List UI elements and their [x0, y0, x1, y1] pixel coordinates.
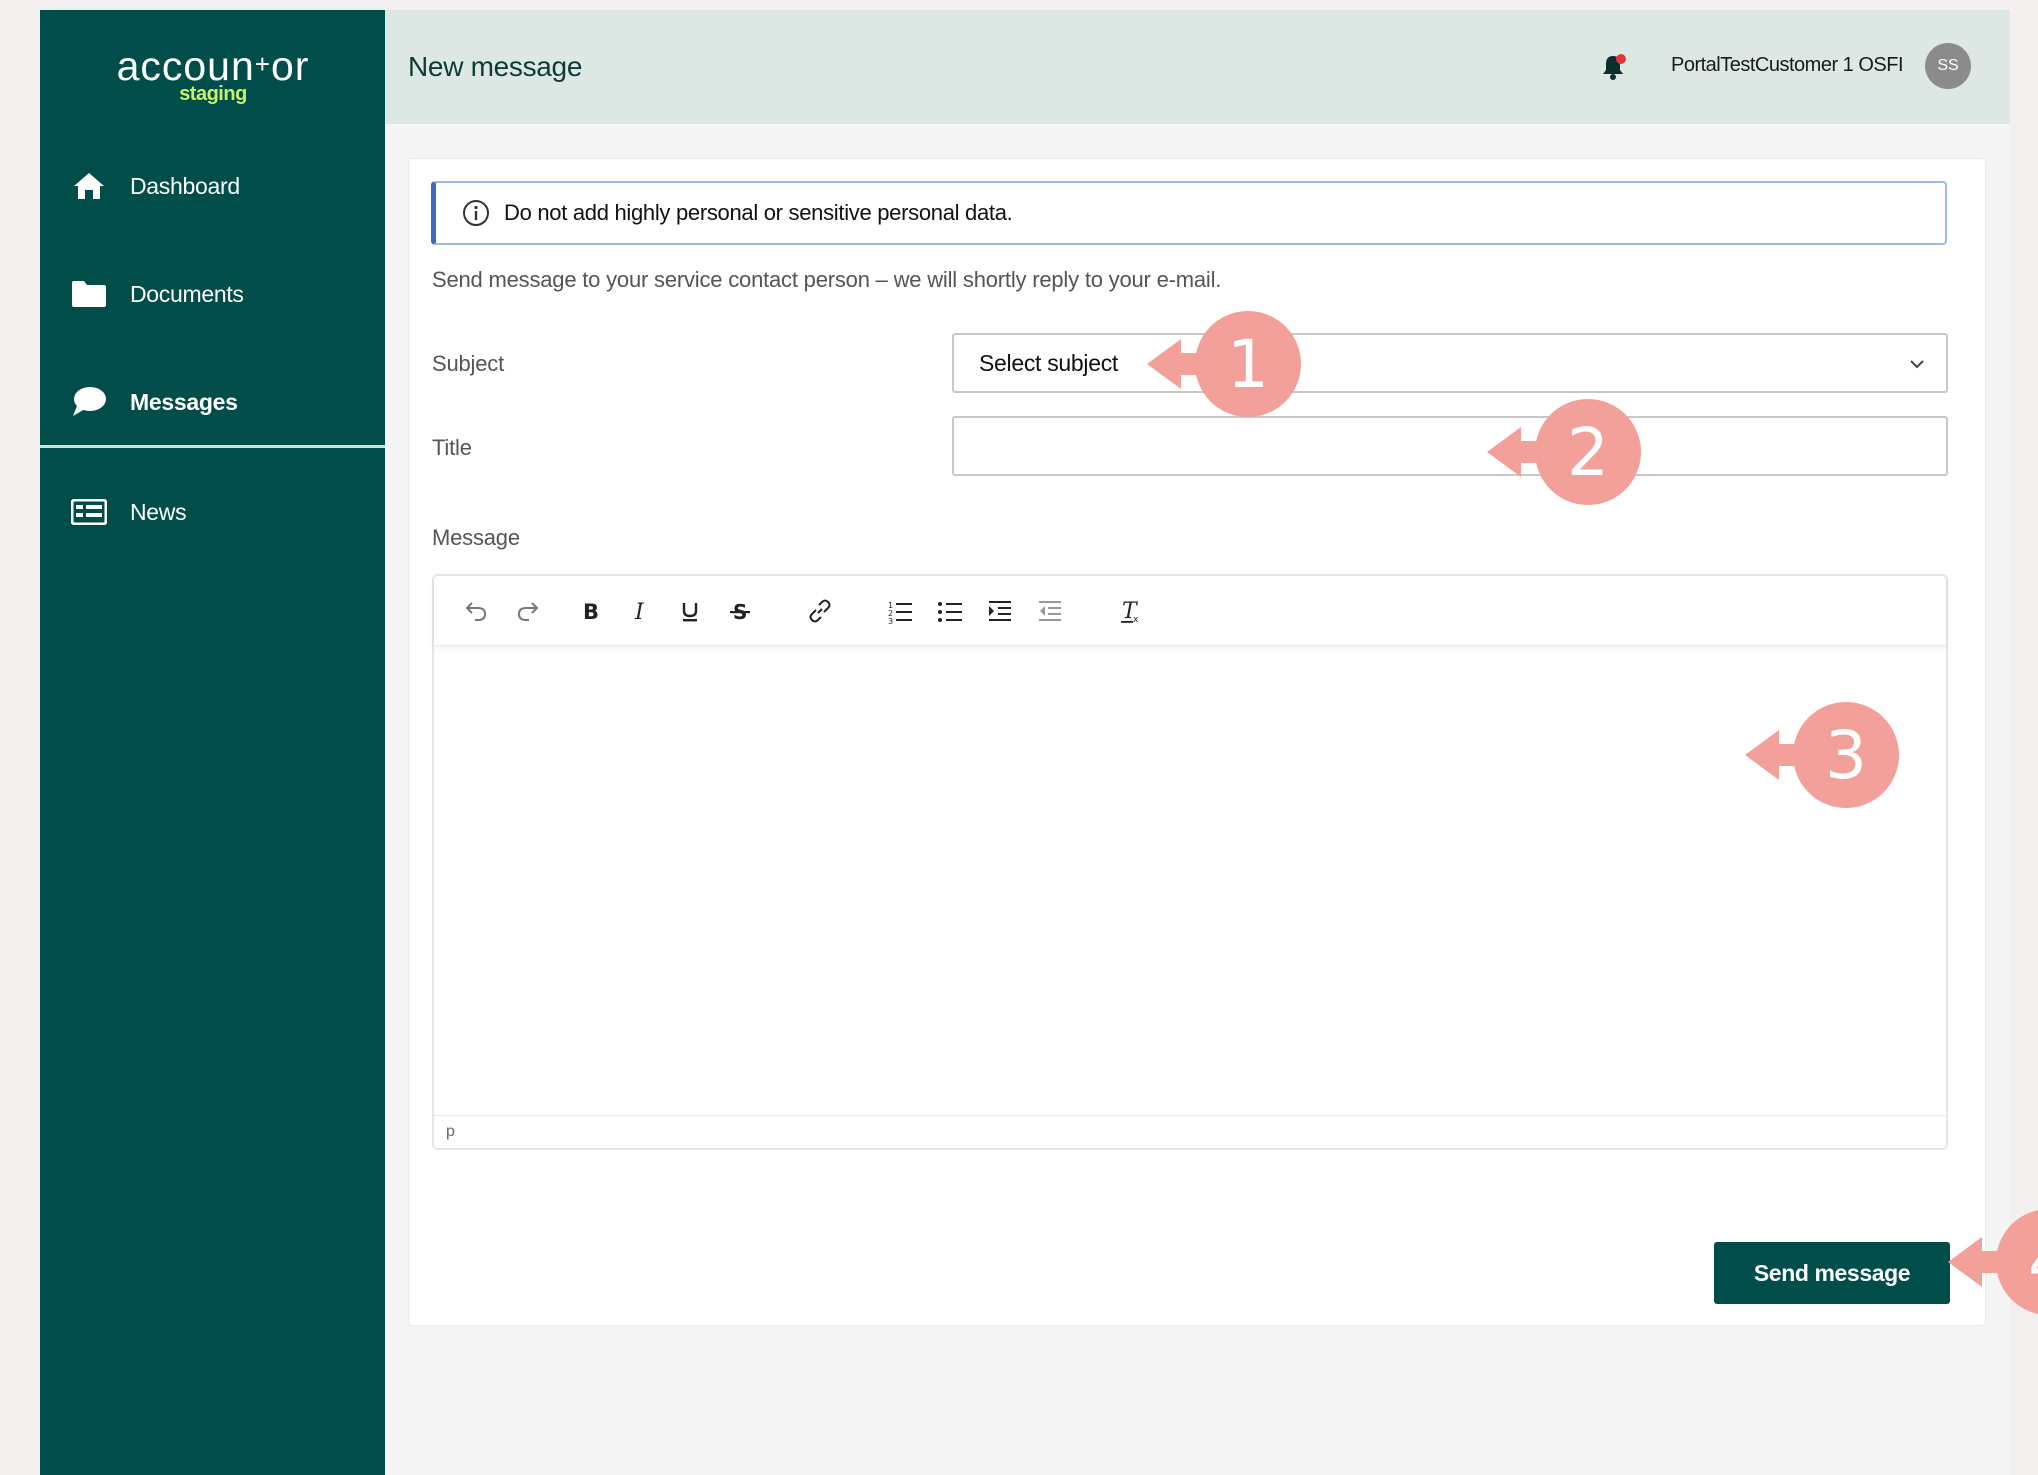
element-path[interactable]: p [446, 1123, 455, 1141]
title-label: Title [432, 435, 472, 460]
logo-wordmark: accoun+or [116, 43, 310, 89]
sidebar-item-documents[interactable]: Documents [40, 244, 385, 344]
link-icon[interactable] [804, 595, 836, 627]
sidebar-divider [40, 445, 385, 448]
notification-bell-icon[interactable] [1599, 52, 1629, 82]
sidebar-item-label: News [130, 498, 187, 525]
alert-text: Do not add highly personal or sensitive … [504, 200, 1013, 225]
newspaper-icon [70, 497, 108, 527]
folder-icon [70, 279, 108, 309]
subject-select-value: Select subject [979, 350, 1118, 376]
callout-number: 3 [1793, 702, 1899, 808]
annotation-callout-4: 4 [1948, 1209, 2038, 1315]
sidebar-item-news[interactable]: News [40, 462, 385, 562]
chat-bubble-icon [70, 387, 108, 417]
sidebar: accoun+or staging Dashboard Documents Me… [40, 10, 385, 1475]
svg-text:x: x [1133, 615, 1139, 625]
clear-formatting-icon[interactable]: Tx [1114, 595, 1146, 627]
logo[interactable]: accoun+or staging [108, 44, 318, 104]
undo-icon[interactable] [460, 595, 492, 627]
bullet-list-icon[interactable] [934, 595, 966, 627]
sidebar-item-label: Dashboard [130, 172, 240, 199]
callout-number: 2 [1535, 399, 1641, 505]
privacy-alert: Do not add highly personal or sensitive … [431, 181, 1947, 245]
sidebar-item-messages[interactable]: Messages [40, 352, 385, 452]
message-editor-body[interactable] [434, 647, 1946, 1115]
svg-text:3: 3 [888, 617, 893, 625]
svg-text:B: B [583, 600, 599, 624]
underline-icon[interactable] [674, 595, 706, 627]
home-icon [70, 171, 108, 201]
strikethrough-icon[interactable]: S [724, 595, 756, 627]
subject-label: Subject [432, 351, 504, 376]
message-label: Message [432, 525, 520, 550]
info-icon [462, 199, 490, 227]
italic-icon[interactable]: I [624, 595, 656, 627]
editor-statusbar: p [434, 1115, 1946, 1148]
bold-icon[interactable]: B [574, 595, 606, 627]
avatar[interactable]: SS [1925, 43, 1971, 89]
outdent-icon[interactable] [1034, 595, 1066, 627]
title-input[interactable] [952, 416, 1948, 476]
top-header: New message PortalTestCustomer 1 OSFI SS [385, 10, 2010, 124]
page-title: New message [408, 51, 583, 82]
sidebar-item-dashboard[interactable]: Dashboard [40, 136, 385, 236]
chevron-down-icon [1906, 353, 1928, 375]
form-intro-text: Send message to your service contact per… [432, 267, 1222, 292]
indent-icon[interactable] [984, 595, 1016, 627]
callout-number: 4 [1996, 1209, 2038, 1315]
send-message-button[interactable]: Send message [1714, 1242, 1950, 1304]
subject-select[interactable]: Select subject [952, 333, 1948, 393]
numbered-list-icon[interactable]: 123 [884, 595, 916, 627]
sidebar-item-label: Messages [130, 388, 238, 415]
svg-text:I: I [634, 600, 645, 624]
sidebar-item-label: Documents [130, 280, 244, 307]
callout-number: 1 [1195, 311, 1301, 417]
editor-toolbar: B I S 123 T x [434, 576, 1946, 646]
message-editor: B I S 123 T x p [432, 574, 1948, 1150]
app-window: accoun+or staging Dashboard Documents Me… [40, 10, 2010, 1475]
user-name[interactable]: PortalTestCustomer 1 OSFI [1671, 54, 1904, 77]
redo-icon[interactable] [512, 595, 544, 627]
